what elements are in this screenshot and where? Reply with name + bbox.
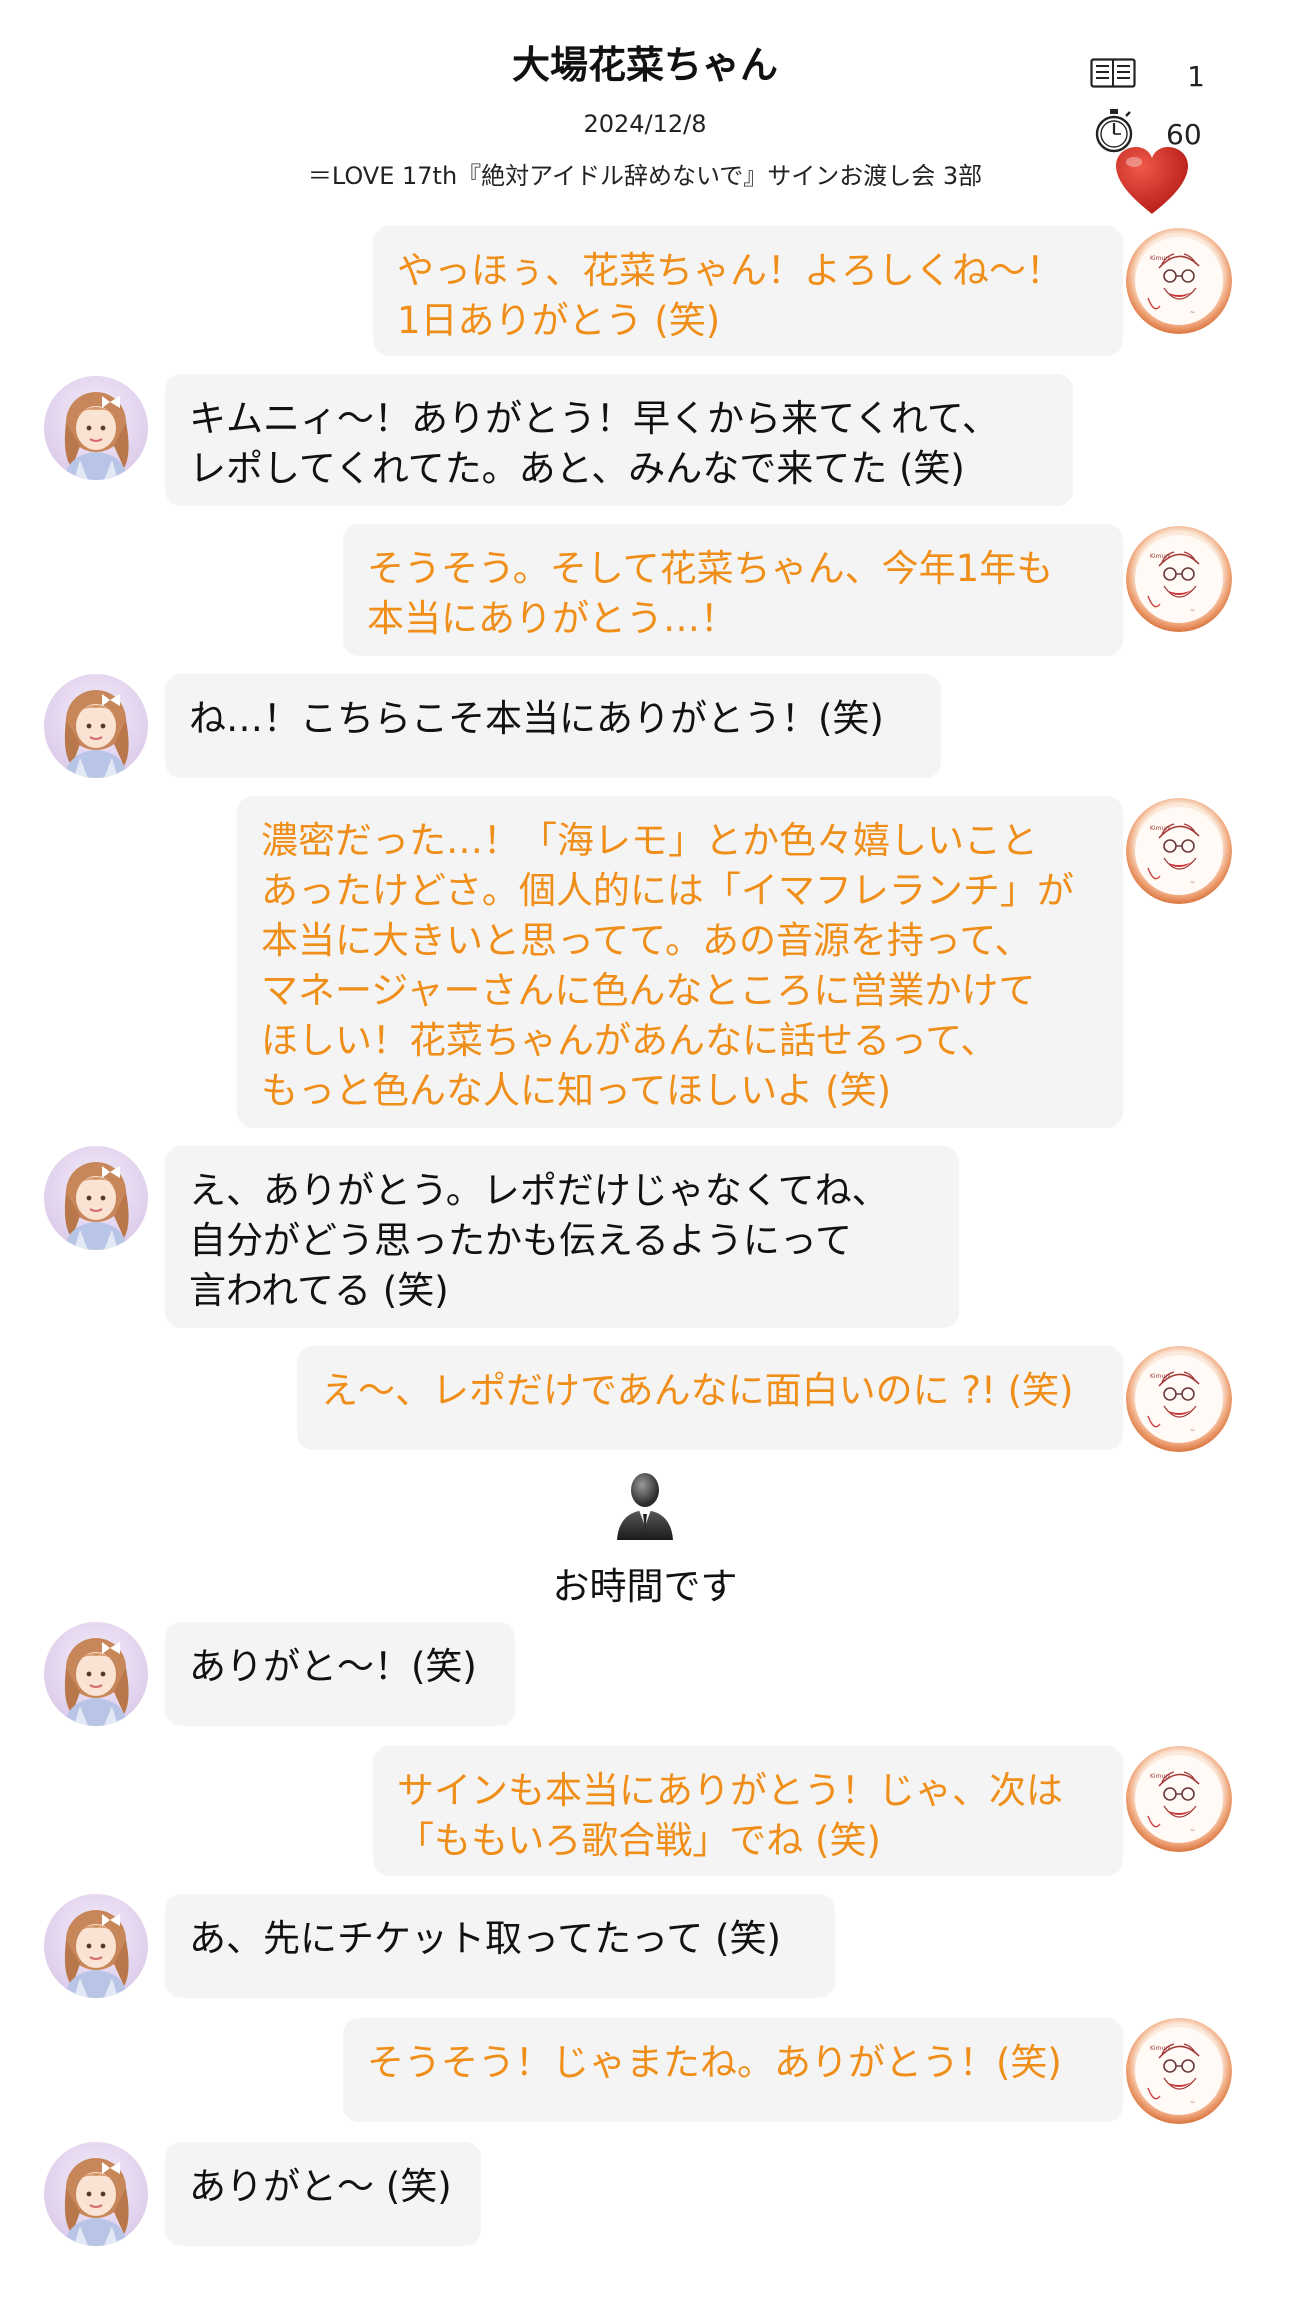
heart-icon[interactable] bbox=[1114, 146, 1190, 220]
my-avatar bbox=[1126, 798, 1232, 904]
idol-message: ありがと〜！(笑) bbox=[165, 1622, 515, 1726]
idol-avatar bbox=[44, 1894, 148, 1998]
idol-avatar bbox=[44, 1146, 148, 1250]
staff-notice: お時間です bbox=[552, 1565, 738, 1608]
chat-header: 大場花菜ちゃん 2024/12/8 ＝LOVE 17th『絶対アイドル辞めないで… bbox=[0, 0, 1290, 214]
my-avatar bbox=[1126, 1346, 1232, 1452]
idol-message: え、ありがとう。レポだけじゃなくてね、 自分がどう思ったかも伝えるようにって 言… bbox=[165, 1146, 959, 1328]
event-name: ＝LOVE 17th『絶対アイドル辞めないで』サインお渡し会 3部 bbox=[307, 162, 983, 190]
my-avatar bbox=[1126, 228, 1232, 334]
my-message: そうそう。そして花菜ちゃん、今年1年も 本当にありがとう…！ bbox=[343, 524, 1123, 656]
idol-message: ありがと〜 (笑) bbox=[165, 2142, 481, 2246]
my-message: やっほぅ、花菜ちゃん！よろしくね〜！ 1日ありがとう (笑) bbox=[373, 226, 1123, 356]
idol-avatar bbox=[44, 2142, 148, 2246]
pages-stat: 1 bbox=[1090, 58, 1226, 95]
my-avatar bbox=[1126, 1746, 1232, 1852]
staff-person-icon bbox=[0, 1468, 1290, 1544]
my-message: そうそう！じゃまたね。ありがとう！(笑) bbox=[343, 2018, 1123, 2122]
idol-avatar bbox=[44, 376, 148, 480]
my-avatar bbox=[1126, 2018, 1232, 2124]
my-message: え〜、レポだけであんなに面白いのに ?! (笑) bbox=[297, 1346, 1123, 1450]
idol-avatar bbox=[44, 1622, 148, 1726]
my-avatar bbox=[1126, 526, 1232, 632]
idol-avatar bbox=[44, 674, 148, 778]
idol-message: ね…！こちらこそ本当にありがとう！(笑) bbox=[165, 674, 941, 778]
book-icon bbox=[1090, 58, 1136, 95]
idol-message: あ、先にチケット取ってたって (笑) bbox=[165, 1894, 835, 1998]
idol-message: キムニィ〜！ありがとう！早くから来てくれて、 レポしてくれてた。あと、みんなで来… bbox=[165, 374, 1073, 506]
my-message: 濃密だった…！「海レモ」とか色々嬉しいこと あったけどさ。個人的には「イマフレラ… bbox=[237, 796, 1123, 1128]
pages-count: 1 bbox=[1187, 60, 1205, 93]
my-message: サインも本当にありがとう！じゃ、次は 「ももいろ歌合戦」でね (笑) bbox=[373, 1746, 1123, 1876]
